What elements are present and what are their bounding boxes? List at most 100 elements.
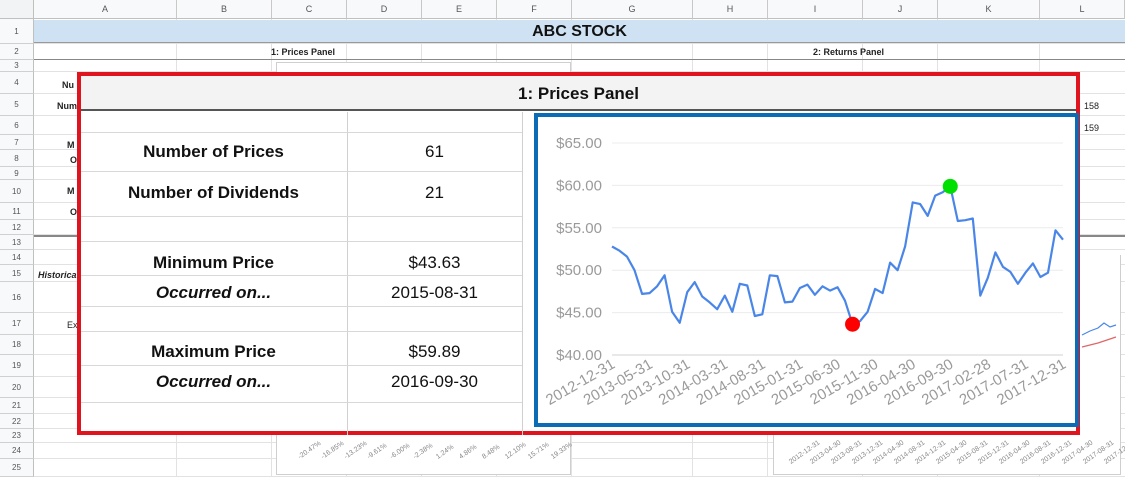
y-tick-label: $55.00 [556,220,602,237]
price-chart-svg: $40.00$45.00$50.00$55.00$60.00$65.002012… [538,117,1075,423]
bg-label-r7: M [67,140,75,150]
row-header[interactable]: 17 [0,313,34,335]
stat-value: $59.89 [347,342,522,362]
row-header[interactable]: 25 [0,459,34,477]
bg-section-divider-left [34,235,79,237]
row-header[interactable]: 22 [0,414,34,429]
column-header[interactable]: F [497,0,572,19]
max-price-marker [943,179,958,194]
bg-histogram-tick-label: 12.10% [504,441,527,460]
row-header[interactable]: 19 [0,355,34,377]
row-header[interactable]: 13 [0,235,34,250]
column-header[interactable]: E [422,0,497,19]
stat-label: Occurred on... [81,372,346,392]
overlay-row-line [81,402,522,403]
row-header[interactable]: 10 [0,180,34,203]
bg-label-r11: O [70,207,77,217]
prices-panel-header[interactable]: 1: Prices Panel [34,44,572,60]
bg-value-k5: 158 [1084,101,1099,111]
bg-label-r10: M [67,186,75,196]
price-chart[interactable]: $40.00$45.00$50.00$55.00$60.00$65.002012… [534,113,1079,427]
row-header[interactable]: 24 [0,443,34,459]
bg-label-r15: Historica [38,270,77,280]
column-header[interactable]: L [1040,0,1125,19]
y-tick-label: $65.00 [556,135,602,152]
bg-histogram-tick-label: 8.48% [481,444,501,461]
row-header[interactable]: 18 [0,335,34,355]
overlay-row-line [81,132,522,133]
row-header[interactable]: 20 [0,377,34,398]
row-header[interactable]: 21 [0,398,34,414]
row-header[interactable]: 9 [0,167,34,180]
y-tick-label: $40.00 [556,347,602,364]
bg-label-r5: Num [57,101,77,111]
stat-value: 21 [347,183,522,203]
column-header[interactable]: I [768,0,863,19]
row-header[interactable]: 2 [0,44,34,60]
bg-histogram-tick-label: -20.47% [297,440,322,461]
bg-label-r4: Nu [62,80,74,90]
overlay-divider-2 [522,112,523,435]
column-header[interactable]: B [177,0,272,19]
row-header[interactable]: 23 [0,429,34,443]
column-header[interactable]: D [347,0,422,19]
y-tick-label: $50.00 [556,262,602,279]
overlay-row-line [81,275,522,276]
stat-value: 61 [347,142,522,162]
min-price-marker [845,317,860,332]
select-all-corner[interactable] [0,0,34,19]
row-header[interactable]: 4 [0,72,34,94]
row-header[interactable]: 14 [0,250,34,265]
stat-label: Maximum Price [81,342,346,362]
overlay-row-line [81,365,522,366]
returns-panel-header[interactable]: 2: Returns Panel [572,44,1125,60]
bg-label-r8: O [70,155,77,165]
bg-histogram-tick-label: -6.00% [389,442,411,460]
row-header[interactable]: 5 [0,94,34,116]
row-header[interactable]: 15 [0,265,34,282]
stat-value: 2016-09-30 [347,372,522,392]
bg-histogram-tick-label: -16.85% [320,440,345,461]
price-series-line [612,186,1063,324]
overlay-row-line [81,306,522,307]
bg-returns-blue-line [1082,323,1116,335]
column-header[interactable]: K [938,0,1040,19]
column-header[interactable]: J [863,0,938,19]
overlay-row-line [81,171,522,172]
row-header[interactable]: 3 [0,60,34,72]
overlay-row-line [81,216,522,217]
stat-label: Number of Prices [81,142,346,162]
bg-histogram-tick-label: 15.71% [527,441,550,460]
stat-label: Minimum Price [81,253,346,273]
stat-label: Occurred on... [81,283,346,303]
bg-histogram-chart: -20.47%-16.85%-13.23%-9.61%-6.00%-2.38%1… [276,433,571,475]
bg-histogram-tick-label: -9.61% [366,442,388,460]
overlay-row-line [81,331,522,332]
overlay-panel-title: 1: Prices Panel [81,76,1076,111]
bg-section-divider-right [1080,235,1125,237]
y-tick-label: $45.00 [556,305,602,322]
bg-label-r17: Ex [67,320,78,330]
row-header[interactable]: 16 [0,282,34,313]
stat-value: $43.63 [347,253,522,273]
row-header[interactable]: 11 [0,203,34,220]
column-header[interactable]: C [272,0,347,19]
column-header[interactable]: G [572,0,693,19]
bg-histogram-tick-label: -2.38% [412,442,434,460]
row-header[interactable]: 1 [0,19,34,44]
overlay-row-line [81,241,522,242]
prices-panel-overlay: 1: Prices Panel Number of Prices61 Number… [77,72,1080,435]
column-header[interactable]: H [693,0,768,19]
spreadsheet: ABCDEFGHIJKL 123456789101112131415161718… [0,0,1125,477]
column-header[interactable]: A [34,0,177,19]
sheet-title[interactable]: ABC STOCK [34,20,1125,43]
row-header[interactable]: 8 [0,150,34,167]
row-header[interactable]: 7 [0,135,34,150]
y-tick-label: $60.00 [556,177,602,194]
bg-returns-red-line [1082,337,1116,347]
stat-value: 2015-08-31 [347,283,522,303]
row-header[interactable]: 6 [0,116,34,135]
row-header[interactable]: 12 [0,220,34,235]
stat-label: Number of Dividends [81,183,346,203]
bg-histogram-tick-label: 4.86% [458,444,478,461]
